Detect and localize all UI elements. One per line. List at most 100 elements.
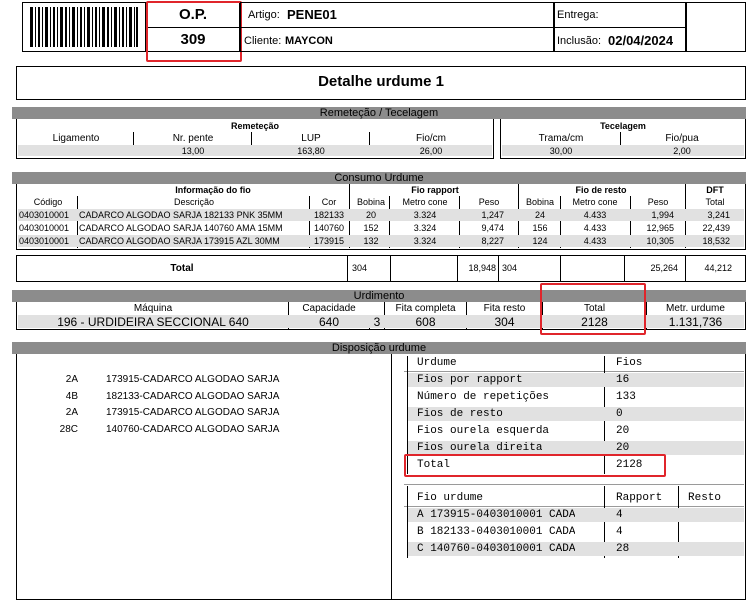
summary-row-5-value: 20 xyxy=(616,442,630,454)
val-fita-resto: 304 xyxy=(494,315,515,329)
dispo-item-3-desc: 173915-CADARCO ALGODAO SARJA xyxy=(106,407,280,418)
fio-head-fio-urdume: Fio urdume xyxy=(417,492,484,504)
total-bobina-resto: 304 xyxy=(502,263,518,273)
artigo-value: PENE01 xyxy=(287,7,337,22)
col-maquina: Máquina xyxy=(133,303,173,314)
consumo-total-label: Total xyxy=(170,263,194,274)
col-descricao: Descrição xyxy=(173,197,214,207)
tecelagem-group-label: Tecelagem xyxy=(600,121,646,131)
barcode-image xyxy=(30,7,138,47)
row2-bobina-resto: 156 xyxy=(532,223,548,233)
fio-row-2-desc: B 182133-0403010001 CADA xyxy=(417,526,576,538)
row3-descricao: CADARCO ALGODAO SARJA 173915 AZL 30MM xyxy=(79,236,280,246)
dispo-item-2-desc: 182133-CADARCO ALGODAO SARJA xyxy=(106,391,280,402)
row3-metro-cone-resto: 4.433 xyxy=(583,236,607,246)
row3-peso-rapport: 8,227 xyxy=(481,236,504,246)
total-peso-resto: 25,264 xyxy=(650,263,678,273)
summary-row-5-label: Fios ourela direita xyxy=(417,442,543,454)
summary-total-highlight xyxy=(404,454,666,477)
fio-row-1-rapport: 4 xyxy=(616,509,623,521)
row2-cor: 140760 xyxy=(313,223,345,233)
col-dft-total: Total xyxy=(705,197,725,207)
col-fita-resto: Fita resto xyxy=(483,303,526,314)
row1-dft-total: 3,241 xyxy=(707,210,730,220)
row2-peso-resto: 12,965 xyxy=(646,223,674,233)
inclusao-value: 02/04/2024 xyxy=(608,33,674,48)
urdimento-total-highlight xyxy=(540,283,646,335)
val-trama-cm: 30,00 xyxy=(549,146,573,156)
entrega-label: Entrega: xyxy=(557,9,599,21)
row2-descricao: CADARCO ALGODAO SARJA 140760 AMA 15MM xyxy=(79,223,283,233)
artigo-label: Artigo: xyxy=(248,9,280,21)
row1-codigo: 0403010001 xyxy=(19,210,70,220)
section-bar-remetecao: Remeteção / Tecelagem xyxy=(12,107,746,119)
summary-row-1-label: Fios por rapport xyxy=(417,374,523,386)
col-ligamento: Ligamento xyxy=(52,133,100,144)
col-peso-resto: Peso xyxy=(647,197,669,207)
val-maquina: 196 - URDIDEIRA SECCIONAL 640 xyxy=(57,315,249,329)
row3-peso-resto: 10,305 xyxy=(646,236,674,246)
row2-metro-cone-resto: 4.433 xyxy=(583,223,607,233)
cliente-value: MAYCON xyxy=(285,35,333,47)
summary-head-fios: Fios xyxy=(616,357,643,369)
summary-row-4-label: Fios ourela esquerda xyxy=(417,425,550,437)
val-extra: 3 xyxy=(373,315,381,329)
col-fio-cm: Fio/cm xyxy=(416,133,446,144)
row2-dft-total: 22,439 xyxy=(702,223,730,233)
row1-peso-rapport: 1,247 xyxy=(481,210,504,220)
row1-bobina-rapport: 20 xyxy=(365,210,376,220)
dispo-item-2-code: 4B xyxy=(65,391,78,402)
dispo-item-1-code: 2A xyxy=(65,374,78,385)
row1-descricao: CADARCO ALGODAO SARJA 182133 PNK 35MM xyxy=(79,210,283,220)
summary-row-1-value: 16 xyxy=(616,374,630,386)
row3-bobina-resto: 124 xyxy=(532,236,548,246)
fio-head-resto: Resto xyxy=(688,492,722,504)
col-nr-pente: Nr. pente xyxy=(172,133,214,144)
inclusao-label: Inclusão: xyxy=(557,35,602,47)
row2-peso-rapport: 9,474 xyxy=(481,223,504,233)
val-capacidade: 640 xyxy=(318,315,340,329)
row1-peso-resto: 1,994 xyxy=(651,210,674,220)
group-dft: DFT xyxy=(706,185,724,195)
row2-metro-cone-rapport: 3.324 xyxy=(413,223,437,233)
fio-row-3-desc: C 140760-0403010001 CADA xyxy=(417,543,576,555)
row3-cor: 173915 xyxy=(313,236,345,246)
row3-metro-cone-rapport: 3.324 xyxy=(413,236,437,246)
summary-row-2-label: Número de repetições xyxy=(417,391,550,403)
section-bar-disposicao: Disposição urdume xyxy=(12,342,746,354)
val-metr-urdume: 1.131,736 xyxy=(668,315,723,329)
row3-bobina-rapport: 132 xyxy=(363,236,379,246)
dispo-item-4-desc: 140760-CADARCO ALGODAO SARJA xyxy=(106,424,280,435)
col-metro-cone-resto: Metro cone xyxy=(572,197,618,207)
col-cor: Cor xyxy=(321,197,337,207)
dispo-item-3-code: 2A xyxy=(65,407,78,418)
col-fio-pua: Fio/pua xyxy=(665,133,699,144)
remetecao-group-label: Remeteção xyxy=(230,121,280,131)
summary-head-urdume: Urdume xyxy=(417,357,457,369)
row3-dft-total: 18,532 xyxy=(702,236,730,246)
group-fio-rapport: Fio rapport xyxy=(411,185,459,195)
summary-row-2-value: 133 xyxy=(616,391,636,403)
cliente-label: Cliente: xyxy=(244,35,282,47)
dispo-item-4-code: 28C xyxy=(59,424,78,435)
page-title: Detalhe urdume 1 xyxy=(318,73,444,90)
op-highlight xyxy=(146,1,242,62)
summary-row-3-value: 0 xyxy=(616,408,623,420)
col-lup: LUP xyxy=(301,133,321,144)
summary-row-4-value: 20 xyxy=(616,425,630,437)
col-peso-rapport: Peso xyxy=(478,197,500,207)
col-metr-urdume: Metr. urdume xyxy=(666,303,725,314)
total-bobina-rapport: 304 xyxy=(352,263,368,273)
row3-codigo: 0403010001 xyxy=(19,236,70,246)
row2-bobina-rapport: 152 xyxy=(363,223,379,233)
val-fio-pua: 2,00 xyxy=(673,146,691,156)
col-metro-cone-rapport: Metro cone xyxy=(402,197,448,207)
val-lup: 163,80 xyxy=(297,146,325,156)
blank-box xyxy=(686,2,746,52)
col-trama-cm: Trama/cm xyxy=(538,133,584,144)
fio-row-3-rapport: 28 xyxy=(616,543,630,555)
row2-codigo: 0403010001 xyxy=(19,223,70,233)
group-fio-resto: Fio de resto xyxy=(575,185,627,195)
group-info-fio: Informação do fio xyxy=(175,185,251,195)
fio-row-1-desc: A 173915-0403010001 CADA xyxy=(417,509,576,521)
